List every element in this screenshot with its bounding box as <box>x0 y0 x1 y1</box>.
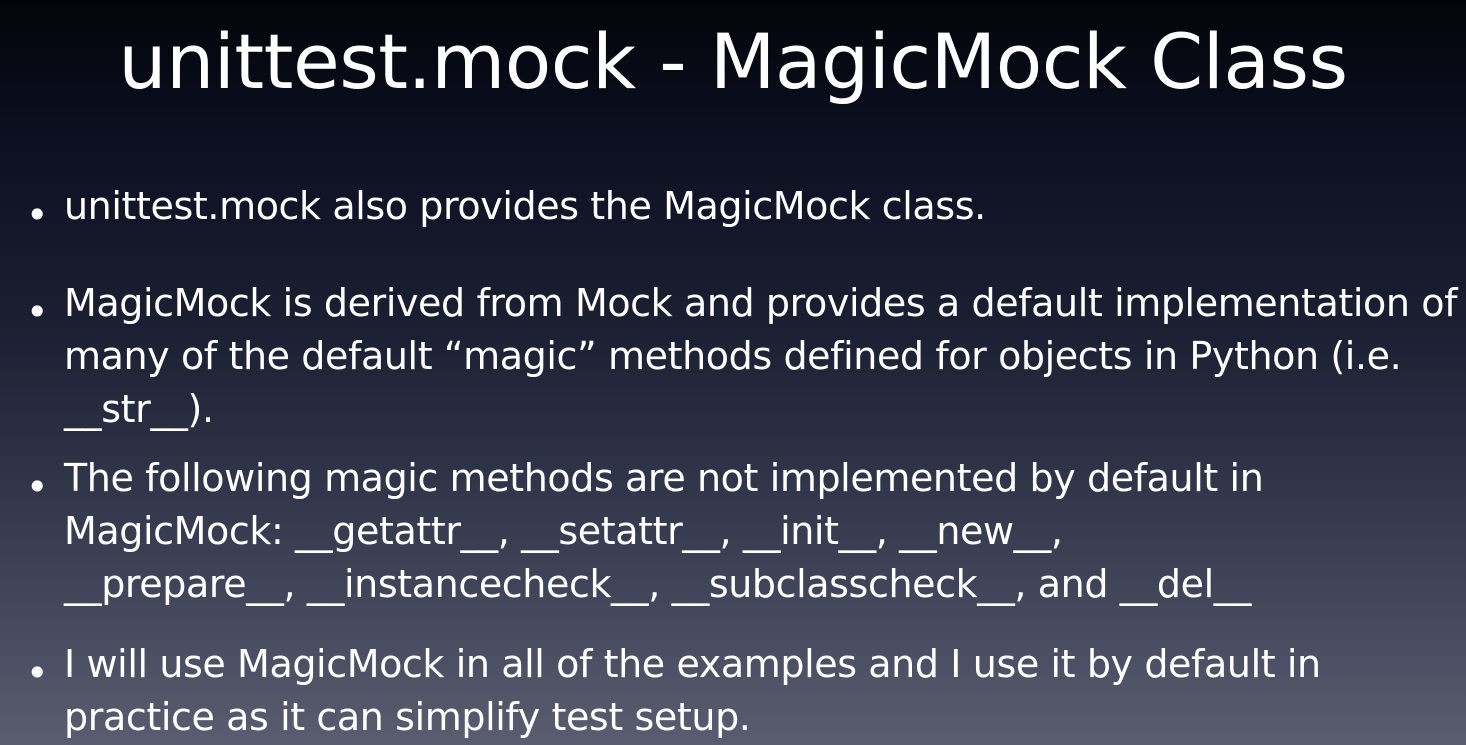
bullet-text: unittest.mock also provides the MagicMoc… <box>64 184 986 228</box>
bullet-dot-icon: • <box>26 651 49 695</box>
bullet-dot-icon: • <box>26 193 49 237</box>
slide-title: unittest.mock - MagicMock Class <box>118 17 1348 106</box>
bullet-text: I will use MagicMock in all of the examp… <box>64 642 1321 739</box>
bullet-dot-icon: • <box>26 290 49 334</box>
slide: unittest.mock - MagicMock Class • unitte… <box>0 0 1466 745</box>
bullet-text: The following magic methods are not impl… <box>64 456 1264 606</box>
bullet-dot-icon: • <box>26 465 49 509</box>
bullet-text: MagicMock is derived from Mock and provi… <box>64 281 1458 431</box>
